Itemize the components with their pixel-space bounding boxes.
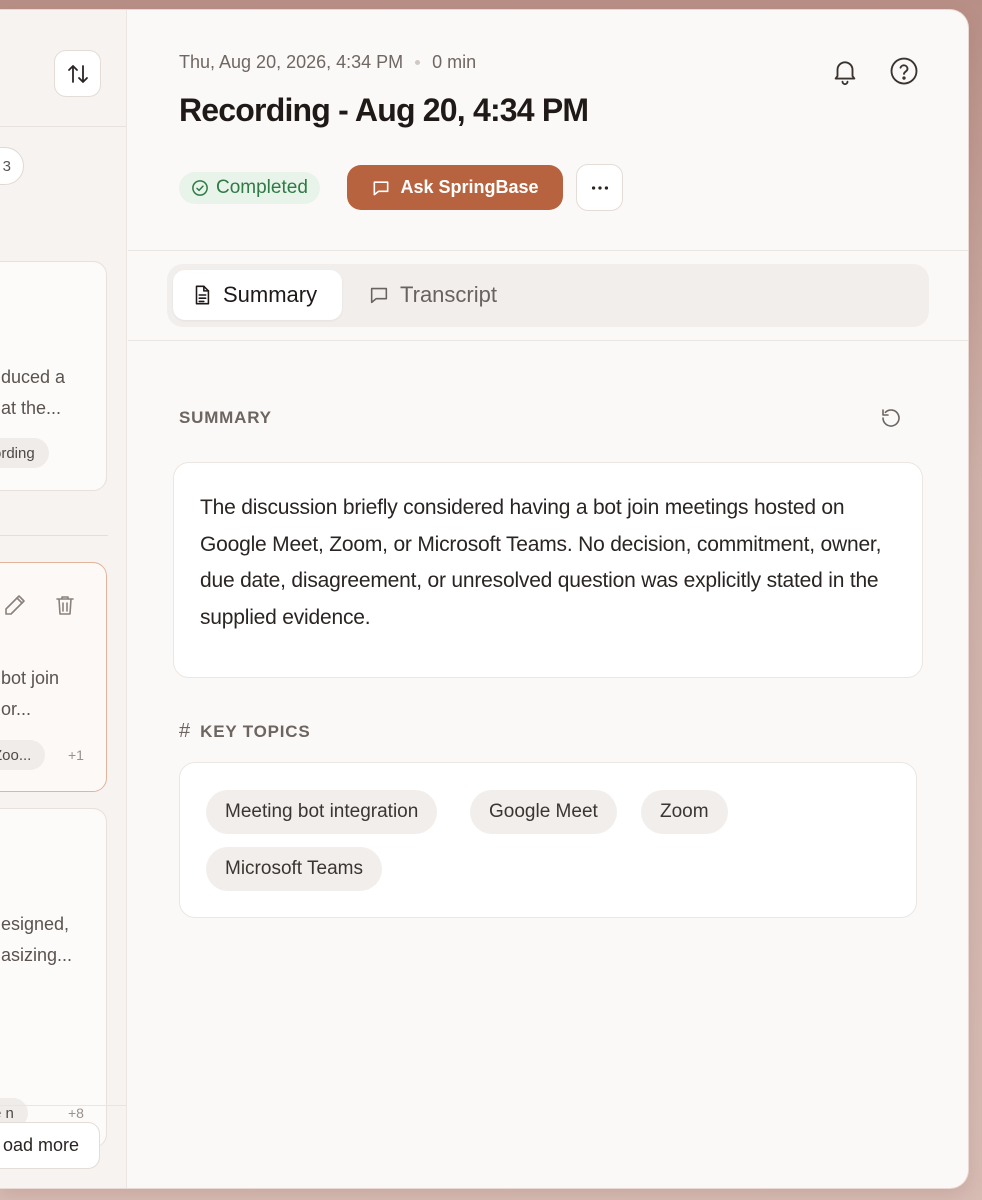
tab-summary[interactable]: Summary [173,270,342,320]
recording-duration: 0 min [432,52,477,72]
app-window: 3 duced a at the... ording bot join or..… [0,10,968,1188]
summary-section-heading: SUMMARY [179,408,272,427]
topic-chip[interactable]: Microsoft Teams [206,847,382,891]
bell-icon [834,61,856,86]
chat-bubble-icon [374,180,389,195]
view-tabs: Summary Transcript [167,264,929,327]
card-more-topics-count: +8 [68,1105,84,1121]
recording-card[interactable]: duced a at the... ording [0,261,107,491]
summary-card: The discussion briefly considered having… [173,462,923,678]
load-more-button[interactable]: oad more [0,1122,100,1169]
refresh-icon [882,409,900,427]
card-snippet-line: or... [1,699,32,719]
filter-pill[interactable]: 3 [0,147,24,185]
recording-datetime: Thu, Aug 20, 2026, 4:34 PM [179,52,404,72]
hash-icon: # [179,720,191,742]
key-topics-label: KEY TOPICS [200,721,311,741]
card-snippet-line: bot join [1,668,60,688]
card-topic-chip: Zoo... [0,740,46,770]
recording-detail-panel: Thu, Aug 20, 2026, 4:34 PM 0 min Recordi… [128,10,968,1188]
tabs-divider [128,340,968,341]
list-header-divider [0,126,126,127]
topic-chip[interactable]: Google Meet [470,790,617,834]
document-icon [195,285,210,305]
summary-text: The discussion briefly considered having… [200,496,882,629]
sort-button[interactable] [54,50,101,97]
recording-card[interactable]: esigned, asizing... e n +8 [0,808,107,1148]
ask-springbase-button[interactable]: Ask SpringBase [347,165,563,210]
status-badge: Completed [179,172,320,204]
recording-meta: Thu, Aug 20, 2026, 4:34 PM 0 min [179,52,476,73]
desktop-background: 3 duced a at the... ording bot join or..… [0,0,982,1200]
card-topic-chip: ording [0,438,49,468]
card-more-topics-count: +1 [68,747,84,763]
chat-bubble-icon [370,287,388,304]
ask-springbase-label: Ask SpringBase [400,177,539,197]
recording-card-selected[interactable]: bot join or... Zoo... +1 [0,562,107,792]
tab-summary-label: Summary [223,282,318,307]
help-circle-icon [890,57,918,85]
more-options-button[interactable] [576,164,623,211]
list-footer-divider [0,1105,126,1106]
check-circle-icon [192,180,208,196]
more-horizontal-icon [591,185,608,190]
topic-chip[interactable]: Zoom [641,790,728,834]
notifications-button[interactable] [828,54,862,88]
header-divider [128,250,968,251]
tab-transcript[interactable]: Transcript [350,270,515,320]
edit-icon[interactable] [3,593,27,622]
status-label: Completed [216,177,308,198]
key-topics-heading: # KEY TOPICS [179,720,310,743]
topic-chip[interactable]: Meeting bot integration [206,790,438,834]
card-snippet-line: duced a [1,367,66,387]
card-snippet-line: at the... [1,398,62,418]
key-topics-card: Meeting bot integration Google Meet Zoom… [179,762,917,918]
card-snippet-line: asizing... [1,945,73,965]
list-group-divider [0,535,108,536]
help-button[interactable] [887,54,921,88]
delete-icon[interactable] [53,593,77,622]
regenerate-summary-button[interactable] [879,406,903,430]
sort-arrows-icon [67,64,88,83]
recordings-list-panel: 3 duced a at the... ording bot join or..… [0,10,127,1188]
page-title: Recording - Aug 20, 4:34 PM [179,92,589,128]
card-snippet-line: esigned, [1,914,70,934]
meta-separator-dot [415,60,421,65]
filter-pill-label: 3 [2,157,11,175]
tab-transcript-label: Transcript [400,282,497,307]
